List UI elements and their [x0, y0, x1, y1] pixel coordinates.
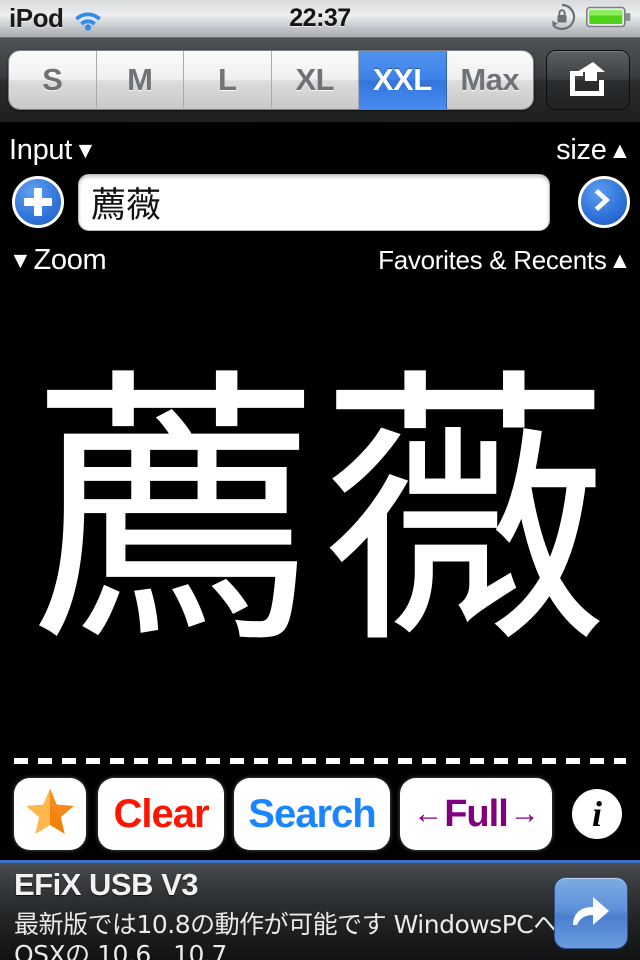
input-label-row: Input ▼ size ▲ — [0, 130, 640, 170]
forward-arrow-icon — [567, 889, 615, 938]
size-segmented-control[interactable]: S M L XL XXL Max — [8, 50, 534, 110]
battery-icon — [586, 5, 632, 34]
favorite-button[interactable] — [14, 778, 86, 850]
share-export-icon — [565, 58, 611, 103]
plus-icon-vertical — [34, 188, 42, 216]
action-button-row: Clear Search ← Full → i — [0, 778, 640, 854]
share-button[interactable] — [546, 50, 630, 110]
chevron-down-icon: ▼ — [9, 246, 32, 273]
app-root: iPod 22:37 S M L XL XXL Max Input ▼ size… — [0, 0, 640, 960]
size-panel-toggle[interactable]: size ▲ — [556, 134, 631, 167]
full-label: Full — [444, 792, 509, 835]
zoom-label-row: ▼ Zoom Favorites & Recents ▲ — [0, 240, 640, 280]
input-panel-toggle[interactable]: Input ▼ — [9, 133, 97, 167]
segment-m[interactable]: M — [96, 51, 184, 109]
info-button[interactable]: i — [572, 789, 622, 839]
ad-action-button[interactable] — [554, 877, 628, 949]
arrow-left-icon: ← — [413, 797, 443, 830]
favorites-panel-label: Favorites & Recents — [378, 244, 607, 275]
status-bar-clock: 22:37 — [289, 4, 351, 32]
info-icon: i — [591, 794, 602, 834]
full-screen-button[interactable]: ← Full → — [400, 778, 552, 850]
segment-max[interactable]: Max — [446, 51, 533, 109]
size-toolbar: S M L XL XXL Max — [0, 38, 640, 122]
dashed-divider — [14, 758, 626, 764]
ad-banner[interactable]: EFiX USB V3 最新版では10.8の動作が可能です WindowsPCへ… — [0, 860, 640, 960]
ad-title: EFiX USB V3 — [14, 867, 199, 902]
segment-l[interactable]: L — [184, 51, 272, 109]
chevron-right-icon — [589, 185, 619, 220]
clear-label: Clear — [113, 791, 209, 836]
segment-xxl[interactable]: XXL — [359, 51, 447, 109]
star-icon — [23, 785, 77, 844]
chevron-up-icon: ▲ — [608, 246, 632, 273]
search-input[interactable] — [79, 175, 549, 230]
clear-button[interactable]: Clear — [98, 778, 224, 850]
status-bar: iPod 22:37 — [0, 0, 640, 38]
search-button[interactable]: Search — [234, 778, 390, 850]
glyph-display-area[interactable]: 薦薇 — [0, 280, 640, 750]
zoom-panel-toggle[interactable]: ▼ Zoom — [9, 243, 107, 277]
glyph-text: 薦薇 — [30, 346, 610, 683]
arrow-right-icon: → — [509, 797, 540, 830]
chevron-up-icon: ▲ — [608, 136, 632, 163]
size-panel-label: size — [556, 133, 607, 166]
input-row — [0, 172, 640, 232]
go-button[interactable] — [578, 176, 630, 228]
favorites-panel-toggle[interactable]: Favorites & Recents ▲ — [378, 245, 631, 276]
rotation-lock-icon — [547, 2, 577, 37]
text-input-container[interactable] — [78, 174, 550, 231]
status-bar-right-icons — [547, 0, 632, 38]
add-favorite-button[interactable] — [12, 176, 64, 228]
zoom-panel-label: Zoom — [33, 243, 107, 276]
ad-line-2: OSXの 10.6 , 10.7 — [14, 940, 227, 960]
segment-xl[interactable]: XL — [271, 51, 359, 109]
chevron-down-icon: ▼ — [74, 136, 97, 163]
search-label: Search — [248, 791, 376, 836]
input-panel-label: Input — [9, 133, 72, 166]
segment-s[interactable]: S — [9, 51, 97, 109]
